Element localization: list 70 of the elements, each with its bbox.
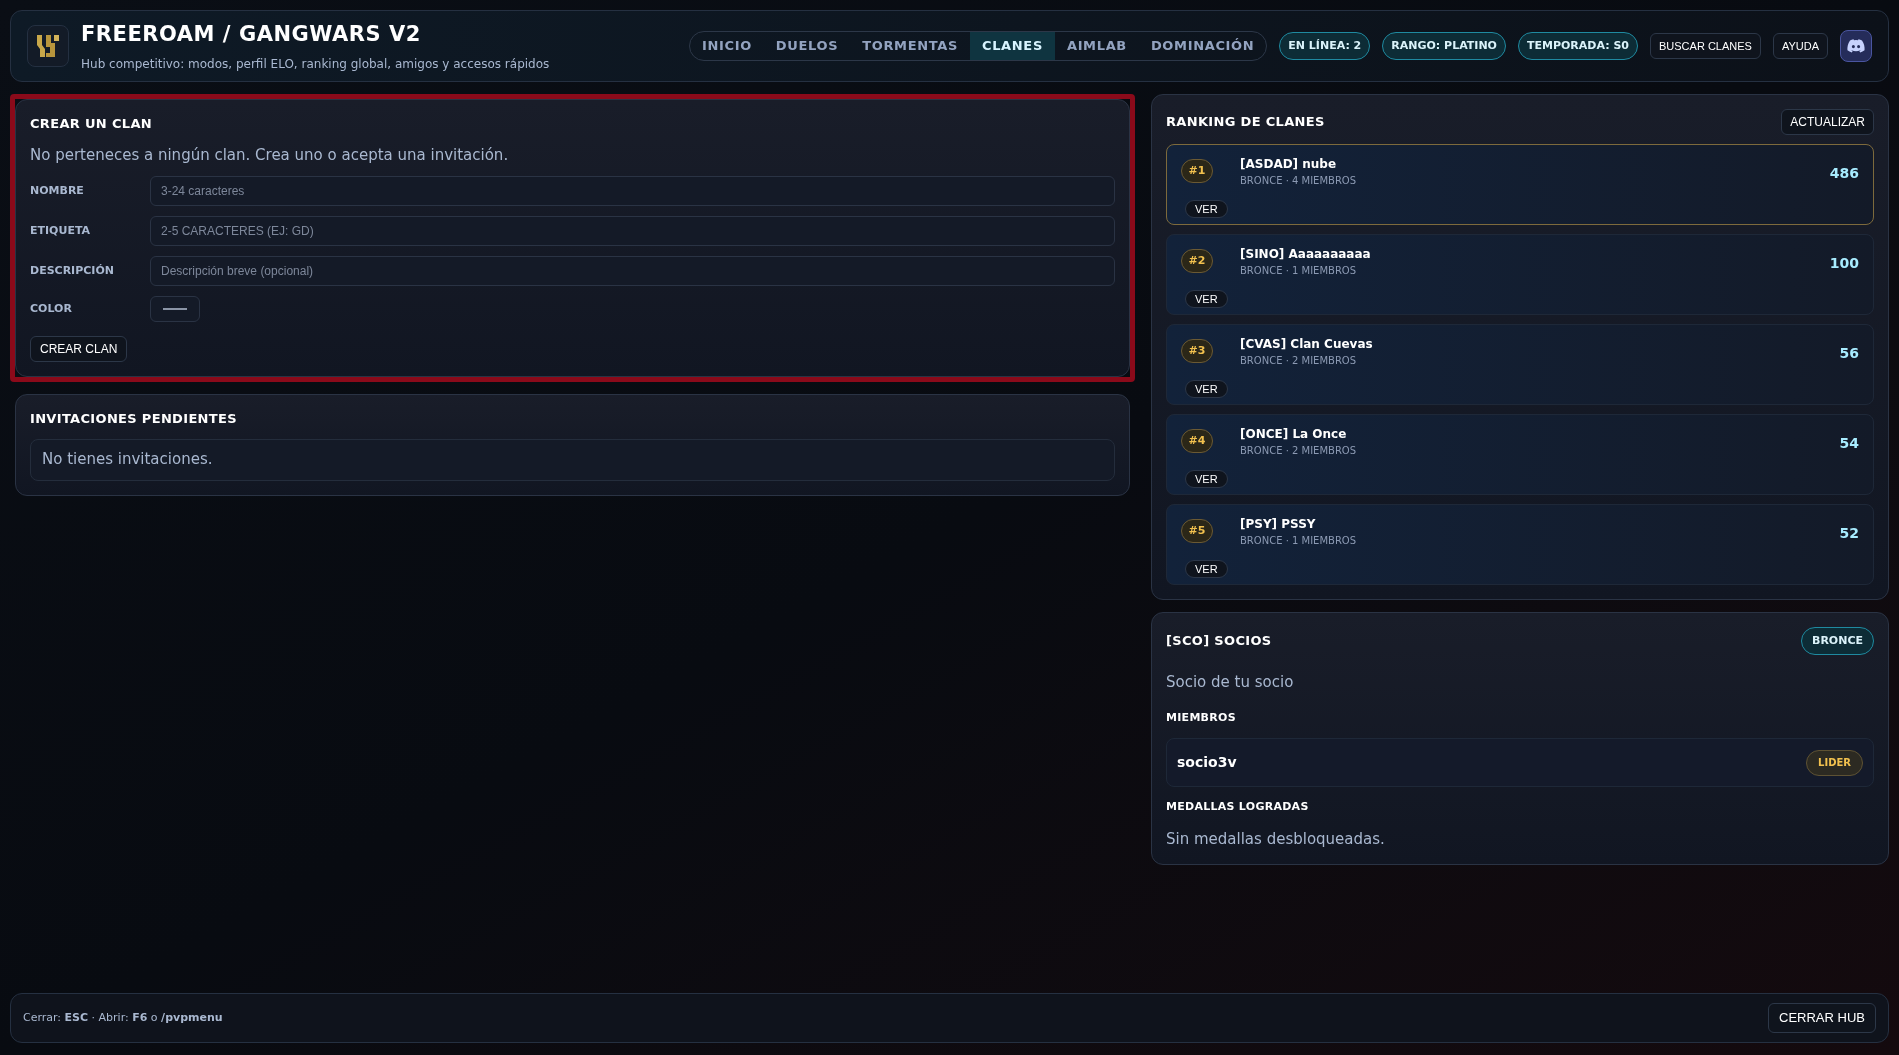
view-button[interactable]: VER (1185, 380, 1228, 398)
clan-name: [SINO] Aaaaaaaaaa (1240, 246, 1371, 263)
header-button[interactable]: AYUDA (1772, 33, 1828, 59)
clan-row[interactable]: #5 [PSY] PSSY BRONCE · 1 MIEMBROS 52 VER (1166, 504, 1874, 585)
close-hub-button[interactable]: CERRAR HUB (1768, 1003, 1876, 1033)
clan-name: [ASDAD] nube (1240, 156, 1338, 173)
clan-meta: BRONCE · 1 MIEMBROS (1240, 534, 1357, 548)
rank-badge: #2 (1181, 249, 1213, 273)
nav-tab[interactable]: CLANES (970, 32, 1055, 60)
refresh-button[interactable]: ACTUALIZAR (1781, 109, 1874, 135)
create-clan-button[interactable]: CREAR CLAN (30, 336, 128, 362)
clan-meta: BRONCE · 2 MIEMBROS (1240, 444, 1357, 458)
rank-badge: #5 (1181, 519, 1213, 543)
discord-icon (1847, 39, 1865, 53)
text-field[interactable]: 3-24 caracteres (150, 176, 1115, 206)
section-title: CREAR UN CLAN (30, 115, 153, 133)
field-label: ETIQUETA (30, 222, 92, 239)
clan-score: 56 (1839, 344, 1859, 363)
view-button[interactable]: VER (1185, 200, 1228, 218)
clan-meta: BRONCE · 2 MIEMBROS (1240, 354, 1358, 368)
clan-score: 54 (1839, 434, 1859, 453)
app-title: FREEROAM / GANGWARS V2 (81, 21, 422, 49)
field-label: COLOR (30, 300, 73, 317)
rank-badge: #4 (1181, 429, 1213, 453)
field-label: DESCRIPCIÓN (30, 262, 115, 279)
clan-score: 486 (1829, 164, 1859, 183)
clan-row[interactable]: #4 [ONCE] La Once BRONCE · 2 MIEMBROS 54 VER (1166, 414, 1874, 495)
shortcut-hint: Cerrar: ESC · Abrir: F6 o /pvpmenu (23, 1009, 223, 1026)
clan-row[interactable]: #2 [SINO] Aaaaaaaaaa BRONCE · 1 MIEMBROS 100 VER (1166, 234, 1874, 315)
view-button[interactable]: VER (1185, 290, 1228, 308)
nav-tab[interactable]: DOMINACIÓN (1138, 32, 1267, 60)
text-field[interactable]: 2-5 CARACTERES (EJ: GD) (150, 216, 1115, 246)
nav-tab[interactable]: AIMLAB (1054, 32, 1139, 60)
rank-badge: #1 (1181, 159, 1213, 183)
nav-tab[interactable]: DUELOS (763, 32, 851, 60)
view-button[interactable]: VER (1185, 560, 1228, 578)
member-name: socio3v (1177, 753, 1237, 772)
view-button[interactable]: VER (1185, 470, 1228, 488)
clan-name: [ONCE] La Once (1240, 426, 1348, 443)
section-title: MIEMBROS (1166, 709, 1237, 726)
clan-meta: BRONCE · 1 MIEMBROS (1240, 264, 1358, 278)
clan-title: [SCO] SOCIOS (1166, 632, 1272, 651)
color-picker[interactable] (150, 296, 200, 322)
clan-row[interactable]: #1 [ASDAD] nube BRONCE · 4 MIEMBROS 486 VER (1166, 144, 1874, 225)
discord-button[interactable] (1840, 30, 1872, 62)
clan-description: Socio de tu socio (1166, 672, 1295, 693)
empty-medals-text: Sin medallas desbloqueadas. (1166, 828, 1386, 850)
status-badge: TEMPORADA: S0 (1517, 32, 1638, 60)
header-button[interactable]: BUSCAR CLANES (1650, 33, 1761, 59)
info-message: No perteneces a ningún clan. Crea uno o acepta una invitación. (30, 144, 510, 166)
role-badge: LIDER (1806, 749, 1863, 776)
section-title: MEDALLAS LOGRADAS (1166, 799, 1310, 815)
clan-name: [PSY] PSSY (1240, 516, 1317, 533)
clan-meta: BRONCE · 4 MIEMBROS (1240, 174, 1357, 188)
empty-state: No tienes invitaciones. (30, 438, 1115, 481)
field-label: NOMBRE (30, 182, 85, 199)
status-badge: EN LÍNEA: 2 (1279, 32, 1371, 60)
clan-score: 100 (1829, 254, 1859, 273)
clan-score: 52 (1839, 524, 1859, 543)
status-badge: RANGO: PLATINO (1382, 32, 1506, 60)
clan-name: [CVAS] Clan Cuevas (1240, 336, 1373, 353)
section-title: RANKING DE CLANES (1166, 113, 1325, 132)
app-subtitle: Hub competitivo: modos, perfil ELO, ranking global, amigos y accesos rápidos (81, 55, 550, 73)
clan-row[interactable]: #3 [CVAS] Clan Cuevas BRONCE · 2 MIEMBROS 56 VER (1166, 324, 1874, 405)
nav-tab[interactable]: INICIO (689, 32, 764, 60)
nav-tab[interactable]: TORMENTAS (850, 32, 970, 60)
tier-badge: BRONCE (1801, 627, 1874, 655)
section-title: INVITACIONES PENDIENTES (30, 410, 238, 428)
rank-badge: #3 (1181, 339, 1213, 363)
text-field[interactable]: Descripción breve (opcional) (150, 256, 1115, 286)
